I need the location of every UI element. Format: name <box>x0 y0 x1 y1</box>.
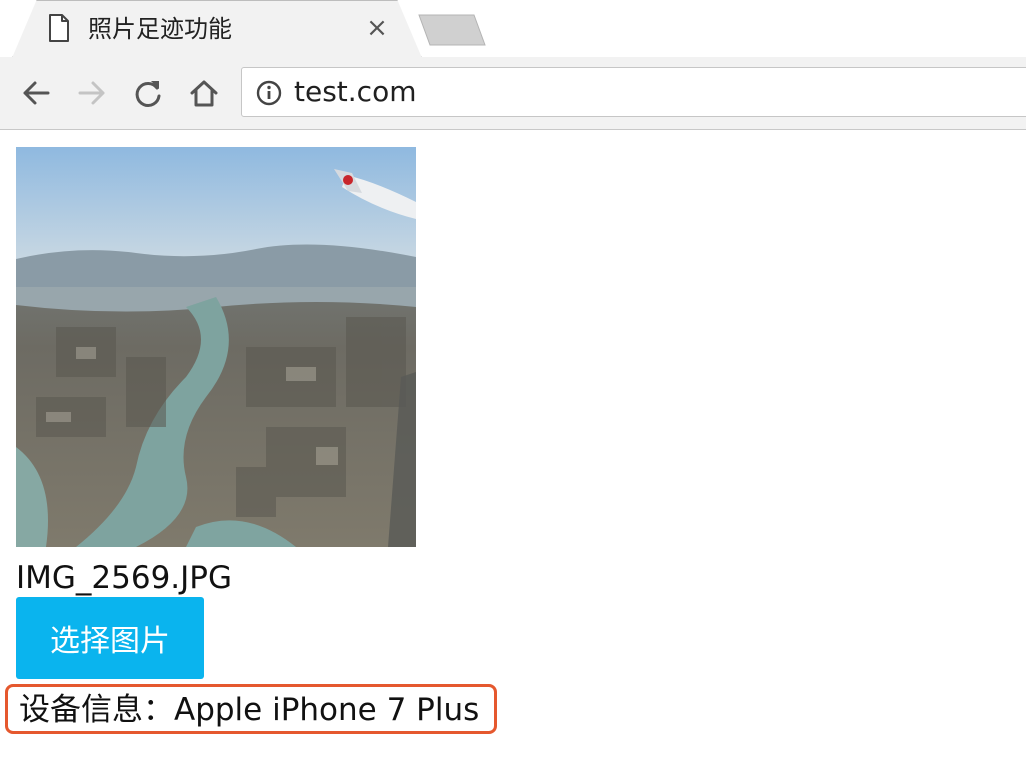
url-text[interactable]: test.com <box>294 75 416 109</box>
home-icon[interactable] <box>188 77 220 109</box>
device-info-text: 设备信息：Apple iPhone 7 Plus <box>19 692 480 728</box>
tab-close-button[interactable]: × <box>366 15 388 41</box>
select-image-button[interactable]: 选择图片 <box>16 597 204 679</box>
reload-icon[interactable] <box>132 77 164 109</box>
browser-toolbar: test.com <box>0 57 1026 130</box>
back-arrow-icon[interactable] <box>20 77 52 109</box>
address-bar[interactable]: test.com <box>241 67 1026 117</box>
device-info-highlight: 设备信息：Apple iPhone 7 Plus <box>5 684 497 734</box>
tab-strip: 照片足迹功能 × <box>0 0 1026 58</box>
info-icon[interactable] <box>256 80 282 106</box>
file-name: IMG_2569.JPG <box>16 560 233 596</box>
new-tab-button[interactable] <box>418 14 486 46</box>
aerial-city-photo <box>16 147 416 547</box>
forward-arrow-icon[interactable] <box>76 77 108 109</box>
tab-title: 照片足迹功能 <box>88 15 232 43</box>
document-icon <box>49 14 69 42</box>
